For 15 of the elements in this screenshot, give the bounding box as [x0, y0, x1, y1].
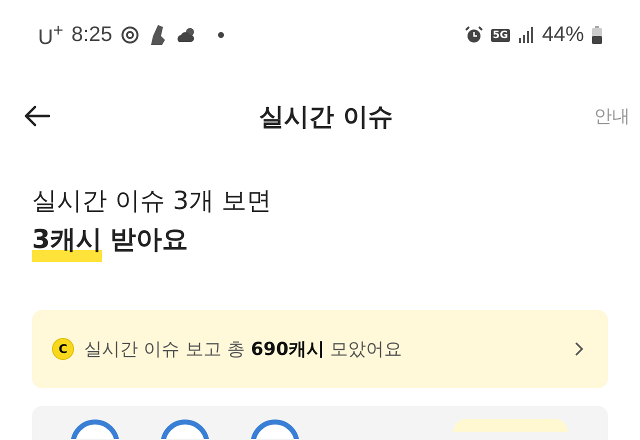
- battery-percent: 44%: [542, 23, 584, 47]
- alarm-icon: [464, 26, 483, 44]
- notification-dot-icon: [218, 32, 224, 38]
- total-cash-banner[interactable]: C 실시간 이슈 보고 총 690캐시 모았어요: [32, 310, 608, 388]
- clock-time: 8:25: [71, 23, 112, 47]
- back-button[interactable]: [22, 103, 52, 129]
- battery-icon: [592, 26, 602, 44]
- signal-icon: [518, 27, 534, 43]
- chevron-right-icon: [574, 341, 584, 357]
- carrier-label: U$^{+}$: [38, 20, 64, 50]
- intro-text: 받아요: [110, 224, 188, 257]
- page-title: 실시간 이슈: [259, 100, 393, 132]
- network-type-label: 5G: [490, 28, 510, 42]
- intro-text: 실시간 이슈 3개 보면: [32, 185, 273, 217]
- coin-icon: C: [52, 338, 74, 360]
